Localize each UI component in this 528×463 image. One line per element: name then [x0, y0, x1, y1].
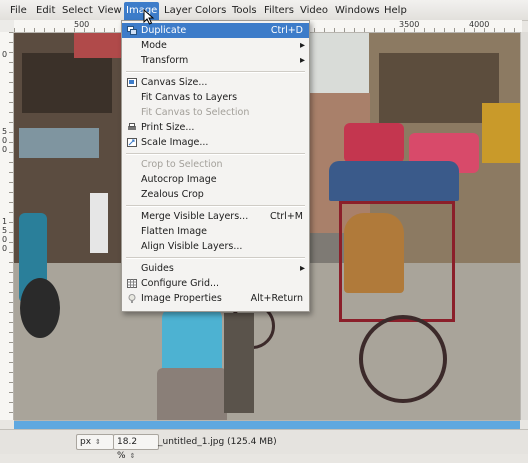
menu-item-autocrop-image[interactable]: Autocrop Image — [122, 172, 309, 187]
menu-separator — [126, 71, 305, 73]
hruler-label: 500 — [74, 20, 90, 29]
menu-colors[interactable]: Colors — [193, 3, 228, 18]
menu-item-shortcut: Alt+Return — [250, 293, 303, 304]
vruler-label: 0 — [2, 244, 8, 253]
menu-item-label: Image Properties — [141, 293, 222, 304]
image-menu-dropdown: Duplicate Ctrl+D Mode ▸ Transform ▸ Canv… — [121, 20, 310, 312]
rickshaw-canopy — [329, 161, 459, 201]
vruler-label: 0 — [2, 50, 8, 59]
child-skirt — [157, 368, 227, 420]
menu-separator — [126, 205, 305, 207]
print-size-icon — [128, 123, 136, 130]
menu-item-label: Autocrop Image — [141, 174, 217, 185]
menu-item-scale-image[interactable]: Scale Image... — [122, 135, 309, 150]
menu-item-label: Mode — [141, 40, 167, 51]
motorbike-wheel — [20, 278, 60, 338]
menu-item-label: Duplicate — [141, 25, 187, 36]
red-canopy — [344, 123, 404, 163]
menu-item-print-size[interactable]: Print Size... — [122, 120, 309, 135]
menu-item-label: Guides — [141, 263, 174, 274]
rickshaw-passenger — [344, 213, 404, 293]
menu-filters[interactable]: Filters — [262, 3, 296, 18]
vruler-label: 5 — [2, 226, 8, 235]
menu-item-configure-grid[interactable]: Configure Grid... — [122, 276, 309, 291]
submenu-arrow-icon: ▸ — [299, 55, 305, 66]
spin-arrows-icon: ⇕ — [129, 452, 136, 460]
info-icon — [128, 294, 136, 303]
unit-value: px — [80, 437, 92, 447]
menu-item-transform[interactable]: Transform ▸ — [122, 53, 309, 68]
canvas-size-icon — [127, 78, 137, 87]
menu-item-label: Align Visible Layers... — [141, 241, 243, 252]
menubar: File Edit Select View Image Layer Colors… — [0, 0, 528, 21]
image-title-status: _untitled_1.jpg (125.4 MB) — [158, 437, 277, 447]
right-building-balcony — [379, 53, 499, 123]
menu-item-label: Canvas Size... — [141, 77, 208, 88]
menu-item-merge-visible-layers[interactable]: Merge Visible Layers... Ctrl+M — [122, 209, 309, 224]
menu-item-label: Merge Visible Layers... — [141, 211, 249, 222]
menu-item-align-visible-layers[interactable]: Align Visible Layers... — [122, 239, 309, 254]
menu-windows[interactable]: Windows — [333, 3, 382, 18]
menu-view[interactable]: View — [96, 3, 124, 18]
hruler-label: 3500 — [399, 20, 420, 29]
menu-layer[interactable]: Layer — [162, 3, 194, 18]
menu-file[interactable]: File — [8, 3, 29, 18]
horizontal-scrollbar[interactable] — [14, 420, 520, 429]
spin-arrows-icon: ⇕ — [95, 438, 101, 446]
pedestrian-legs — [224, 313, 254, 413]
submenu-arrow-icon: ▸ — [299, 40, 305, 51]
menu-item-mode[interactable]: Mode ▸ — [122, 38, 309, 53]
vruler-label: 0 — [2, 136, 8, 145]
unit-selector[interactable]: px ⇕ — [76, 434, 114, 450]
menu-item-shortcut: Ctrl+M — [269, 211, 303, 222]
menu-edit[interactable]: Edit — [34, 3, 57, 18]
vertical-ruler[interactable]: 0 5 0 0 1 5 0 0 — [0, 32, 14, 420]
menu-item-flatten-image[interactable]: Flatten Image — [122, 224, 309, 239]
menu-item-label: Configure Grid... — [141, 278, 220, 289]
submenu-arrow-icon: ▸ — [299, 263, 305, 274]
menu-select[interactable]: Select — [60, 3, 95, 18]
scale-image-icon — [127, 138, 137, 147]
menu-item-crop-to-selection: Crop to Selection — [122, 157, 309, 172]
menu-item-image-properties[interactable]: Image Properties Alt+Return — [122, 291, 309, 306]
mouse-pointer-icon — [143, 9, 155, 25]
menu-item-fit-canvas-to-layers[interactable]: Fit Canvas to Layers — [122, 90, 309, 105]
pedestrian-white — [90, 193, 108, 253]
menu-item-label: Zealous Crop — [141, 189, 204, 200]
vertical-scrollbar[interactable] — [520, 32, 528, 420]
menu-item-fit-canvas-to-selection: Fit Canvas to Selection — [122, 105, 309, 120]
vruler-label: 5 — [2, 127, 8, 136]
menu-separator — [126, 257, 305, 259]
menu-help[interactable]: Help — [382, 3, 409, 18]
menu-item-label: Fit Canvas to Selection — [141, 107, 250, 118]
menu-item-label: Transform — [141, 55, 189, 66]
menu-item-canvas-size[interactable]: Canvas Size... — [122, 75, 309, 90]
left-sign — [74, 33, 124, 58]
menu-item-zealous-crop[interactable]: Zealous Crop — [122, 187, 309, 202]
left-awning — [19, 128, 99, 158]
right-sign — [482, 103, 520, 163]
menu-item-guides[interactable]: Guides ▸ — [122, 261, 309, 276]
hruler-label: 4000 — [469, 20, 490, 29]
menu-item-shortcut: Ctrl+D — [270, 25, 303, 36]
menu-video[interactable]: Video — [298, 3, 330, 18]
status-bar: px ⇕ 18.2 % ⇕ _untitled_1.jpg (125.4 MB) — [0, 429, 528, 461]
rickshaw-wheel — [359, 315, 447, 403]
left-building-window — [22, 53, 112, 113]
menu-item-label: Scale Image... — [141, 137, 209, 148]
menu-item-label: Crop to Selection — [141, 159, 223, 170]
menu-item-label: Flatten Image — [141, 226, 208, 237]
grid-icon — [127, 279, 137, 288]
duplicate-icon — [127, 26, 137, 35]
zoom-selector[interactable]: 18.2 % ⇕ — [113, 434, 159, 461]
vruler-label: 1 — [2, 217, 8, 226]
menu-item-label: Print Size... — [141, 122, 195, 133]
menu-item-duplicate[interactable]: Duplicate Ctrl+D — [122, 23, 309, 38]
menu-separator — [126, 153, 305, 155]
menu-item-label: Fit Canvas to Layers — [141, 92, 238, 103]
vruler-label: 0 — [2, 145, 8, 154]
menu-tools[interactable]: Tools — [230, 3, 259, 18]
vruler-label: 0 — [2, 235, 8, 244]
